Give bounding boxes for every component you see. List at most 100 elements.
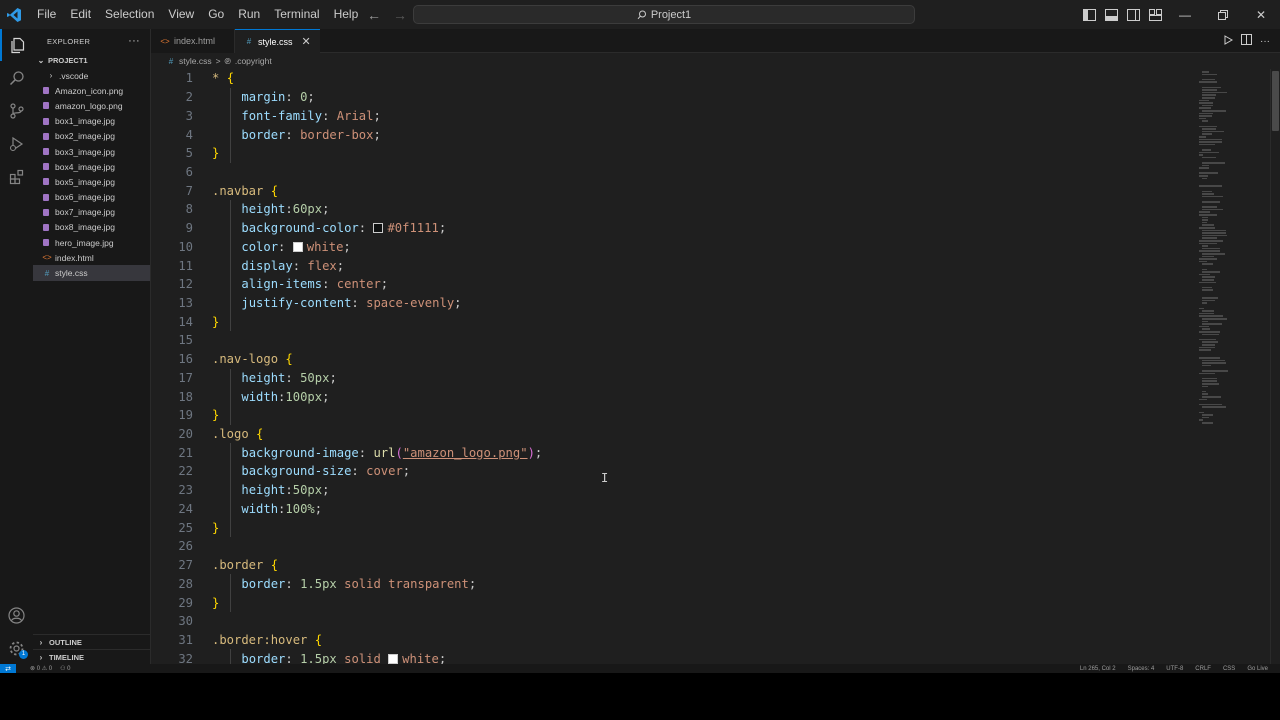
status-item[interactable]: Spaces: 4 [1128,666,1155,672]
minimap-line [1202,193,1214,195]
menu-terminal[interactable]: Terminal [267,0,326,29]
minimap[interactable] [1191,69,1271,429]
close-tab-icon[interactable]: ✕ [302,35,311,48]
tab-style-css[interactable]: # style.css ✕ [235,29,320,53]
file-item[interactable]: hero_image.jpg [33,235,150,250]
outline-section[interactable]: › OUTLINE [33,634,150,649]
file-item[interactable]: box4_image.jpg [33,159,150,174]
menu-view[interactable]: View [161,0,201,29]
search-view-icon[interactable] [0,62,33,94]
status-item[interactable]: CSS [1223,666,1235,672]
status-item[interactable]: Ln 265, Col 2 [1080,666,1116,672]
accounts-icon[interactable] [0,599,33,631]
run-and-debug-icon[interactable] [0,128,33,160]
menu-selection[interactable]: Selection [98,0,161,29]
status-item[interactable]: ⚇ 0 [60,665,70,672]
command-center-search[interactable]: Project1 [413,5,915,24]
color-swatch[interactable] [388,653,399,664]
remote-indicator-icon[interactable]: ⇄ [0,664,16,673]
file-item[interactable]: box3_image.jpg [33,144,150,159]
file-item[interactable]: box2_image.jpg [33,129,150,144]
timeline-section[interactable]: › TIMELINE [33,649,150,664]
file-item[interactable]: amazon_logo.png [33,98,150,113]
token-prop: background-size [241,464,352,479]
toggle-primary-sidebar-icon[interactable] [1081,7,1097,23]
color-swatch[interactable] [292,241,303,252]
minimap-line [1199,419,1204,421]
scrollbar-thumb[interactable] [1272,71,1279,131]
token-sel: .nav-logo [212,352,286,367]
restore-icon[interactable] [1204,0,1242,29]
token-brace: { [314,632,323,647]
token-brace: { [285,352,293,367]
minimap-line [1199,258,1218,260]
run-file-icon[interactable] [1223,34,1234,48]
token-brace: { [256,427,264,442]
token-prop: border [241,651,286,664]
token-sel: * [212,71,227,86]
file-name: box8_image.jpg [55,222,116,233]
file-item[interactable]: box1_image.jpg [33,114,150,129]
file-item[interactable]: box6_image.jpg [33,190,150,205]
token-ws [212,277,241,291]
go-forward-icon[interactable]: → [392,7,408,23]
toggle-panel-icon[interactable] [1103,7,1119,23]
code-editor[interactable]: 1 * {2 margin: 0; 3 font-family: Arial; 4 b… [151,69,1280,664]
customize-layout-icon[interactable] [1147,7,1163,23]
token-brace: { [270,183,279,198]
file-item[interactable]: box5_image.jpg [33,174,150,189]
minimize-icon[interactable]: — [1166,0,1204,29]
breadcrumb-file[interactable]: style.css [179,56,212,66]
minimap-line [1202,247,1221,250]
line-content: border: 1.5px solid transparent; [212,577,476,591]
status-item[interactable]: UTF-8 [1166,666,1183,672]
status-item[interactable]: Go Live [1247,666,1268,672]
explorer-icon[interactable] [0,29,33,61]
more-actions-icon[interactable]: ··· [128,35,140,47]
line-number: 13 [178,295,193,310]
menu-help[interactable]: Help [327,0,366,29]
menu-file[interactable]: File [30,0,63,29]
line-content: color: white; [212,240,350,254]
status-item[interactable]: ⊗ 0 ⚠ 0 [30,665,52,672]
color-swatch[interactable] [373,223,384,234]
file-item[interactable]: box7_image.jpg [33,205,150,220]
token-punc: ; [322,202,330,217]
extensions-icon[interactable] [0,161,33,193]
token-val: Arial [336,108,374,123]
menu-go[interactable]: Go [201,0,231,29]
token-prop: background-color [241,221,359,236]
split-editor-icon[interactable] [1241,34,1252,48]
tab-label: style.css [258,36,293,47]
file-item[interactable]: box8_image.jpg [33,220,150,235]
file-item[interactable]: <> index.html [33,250,150,265]
close-window-icon[interactable]: ✕ [1242,0,1280,29]
file-item[interactable]: Amazon_icon.png [33,83,150,98]
line-number: 8 [185,202,193,217]
minimap-line [1199,107,1211,109]
manage-gear-icon[interactable]: 1 [0,632,33,664]
token-prop: background-image [241,445,359,460]
token-punc: : [322,277,337,292]
minimap-line [1202,380,1218,382]
text-cursor-icon: I [601,471,609,485]
breadcrumb-symbol[interactable]: .copyright [235,56,272,66]
menu-edit[interactable]: Edit [63,0,98,29]
minimap-line [1202,377,1217,380]
menu-run[interactable]: Run [231,0,267,29]
token-brace: } [212,408,220,423]
go-back-icon[interactable]: ← [366,7,382,23]
vertical-scrollbar[interactable] [1270,69,1280,664]
code-line: 14} [151,312,1191,331]
toggle-secondary-sidebar-icon[interactable] [1125,7,1141,23]
file-item[interactable]: › .vscode [33,68,150,83]
token-brace: } [212,146,220,161]
source-control-icon[interactable] [0,95,33,127]
status-item[interactable]: CRLF [1195,666,1211,672]
project-folder[interactable]: ⌄ PROJECT1 [33,52,150,68]
more-editor-actions-icon[interactable]: ··· [1260,36,1270,47]
line-number: 17 [178,370,193,385]
tab-index-html[interactable]: <> index.html [151,29,235,53]
file-item[interactable]: # style.css [33,265,150,281]
minimap-line [1199,172,1219,174]
